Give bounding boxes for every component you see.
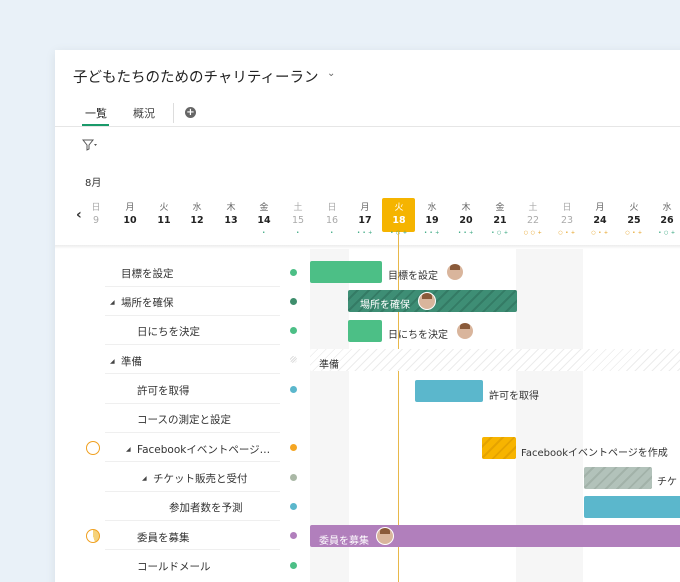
task-name[interactable]: 準備 xyxy=(121,354,142,369)
priority-icon[interactable] xyxy=(86,529,100,543)
status-dot[interactable] xyxy=(290,269,297,276)
collapse-toggle-icon[interactable]: ◢ xyxy=(126,446,131,453)
row-divider xyxy=(105,432,280,433)
task-name[interactable]: コールドメール xyxy=(137,559,211,574)
row-divider xyxy=(105,520,280,521)
gantt-bar[interactable] xyxy=(584,467,652,489)
status-dot[interactable] xyxy=(290,474,297,481)
task-name[interactable]: 許可を取得 xyxy=(137,383,190,398)
row-divider xyxy=(105,549,280,550)
chevron-down-icon[interactable]: ⌄ xyxy=(327,68,335,79)
row-divider xyxy=(105,344,280,345)
task-name[interactable]: Facebookイベントページ… xyxy=(137,442,270,457)
task-name[interactable]: 参加者数を予測 xyxy=(169,500,243,515)
row-divider xyxy=(105,461,280,462)
status-dot[interactable] xyxy=(290,356,297,363)
gantt-bar-label: 委員を募集 xyxy=(319,536,369,547)
collapse-toggle-icon[interactable]: ◢ xyxy=(110,299,115,306)
tab-divider xyxy=(173,103,174,123)
day-header[interactable]: 木 20 • • + xyxy=(449,202,483,236)
gantt-bar-label: Facebookイベントページを作成 xyxy=(521,448,668,459)
row-divider xyxy=(105,403,280,404)
gantt-bar-label: 場所を確保 xyxy=(360,300,410,311)
gantt-bar[interactable] xyxy=(348,320,382,342)
project-title[interactable]: 子どもたちのためのチャリティーラン xyxy=(73,66,318,87)
gantt-bar-label: 許可を取得 xyxy=(489,391,539,402)
task-name[interactable]: チケット販売と受付 xyxy=(153,471,248,486)
day-header[interactable]: 土 15 • xyxy=(281,202,315,236)
gantt-bar[interactable] xyxy=(310,349,680,371)
day-header[interactable]: 日9 xyxy=(79,202,113,236)
gantt-bar[interactable] xyxy=(584,496,680,518)
day-header[interactable]: 月 24 ○ • + xyxy=(583,202,617,236)
avatar[interactable] xyxy=(446,263,464,281)
tab-overview[interactable]: 概況 xyxy=(133,105,155,121)
day-header[interactable]: 木 13 xyxy=(214,202,248,236)
status-dot[interactable] xyxy=(290,562,297,569)
header-shadow xyxy=(55,245,680,249)
day-header[interactable]: 月 17 • • + xyxy=(348,202,382,236)
month-label: 8月 xyxy=(85,178,102,189)
day-header[interactable]: 水 12 xyxy=(180,202,214,236)
tab-list[interactable]: 一覧 xyxy=(85,105,107,121)
day-header[interactable]: 火 11 xyxy=(147,202,181,236)
gantt-bar[interactable] xyxy=(482,437,516,459)
day-header[interactable]: 月 10 xyxy=(113,202,147,236)
collapse-toggle-icon[interactable]: ◢ xyxy=(110,358,115,365)
status-dot[interactable] xyxy=(290,503,297,510)
gantt-bar-label: 目標を設定 xyxy=(388,271,438,282)
task-name[interactable]: 場所を確保 xyxy=(121,295,174,310)
avatar[interactable] xyxy=(418,292,436,310)
day-header[interactable]: 水 19 • • + xyxy=(415,202,449,236)
add-tab-icon[interactable]: + xyxy=(185,107,196,118)
avatar[interactable] xyxy=(456,322,474,340)
gantt-bar-label: チケ xyxy=(657,477,677,488)
day-header[interactable]: 日 23 ○ • + xyxy=(550,202,584,236)
gantt-bar-label: 日にちを決定 xyxy=(388,330,448,341)
status-dot[interactable] xyxy=(290,298,297,305)
task-name[interactable]: 目標を設定 xyxy=(121,266,174,281)
day-header[interactable]: 金 21 • ○ + xyxy=(483,202,517,236)
day-header-today[interactable]: 火 18 • ○ + xyxy=(382,202,416,236)
day-header[interactable]: 土 22 ○ ○ + xyxy=(516,202,550,236)
collapse-toggle-icon[interactable]: ◢ xyxy=(142,475,147,482)
row-divider xyxy=(105,286,280,287)
task-name[interactable]: コースの測定と設定 xyxy=(137,412,231,427)
day-header[interactable]: 金 14 • xyxy=(247,202,281,236)
day-header[interactable]: 火 25 ○ • + xyxy=(617,202,651,236)
gantt-bar[interactable] xyxy=(310,261,382,283)
task-name[interactable]: 委員を募集 xyxy=(137,530,190,545)
row-divider xyxy=(105,491,280,492)
status-dot[interactable] xyxy=(290,444,297,451)
priority-icon[interactable] xyxy=(86,441,100,455)
status-dot[interactable] xyxy=(290,327,297,334)
status-dot[interactable] xyxy=(290,386,297,393)
gantt-bar-label: 準備 xyxy=(319,360,339,371)
avatar[interactable] xyxy=(376,527,394,545)
tabs-divider xyxy=(55,126,680,127)
day-header[interactable]: 日 16 • xyxy=(315,202,349,236)
row-divider xyxy=(105,315,280,316)
filter-icon[interactable] xyxy=(81,139,98,154)
task-name[interactable]: 日にちを決定 xyxy=(137,324,200,339)
gantt-bar[interactable] xyxy=(415,380,483,402)
status-dot[interactable] xyxy=(290,532,297,539)
day-header[interactable]: 水 26 • ○ + xyxy=(650,202,680,236)
project-panel: 子どもたちのためのチャリティーラン ⌄ 一覧 概況 + 8月 ‹ 日9 月 10 … xyxy=(55,50,680,582)
row-divider xyxy=(105,373,280,374)
